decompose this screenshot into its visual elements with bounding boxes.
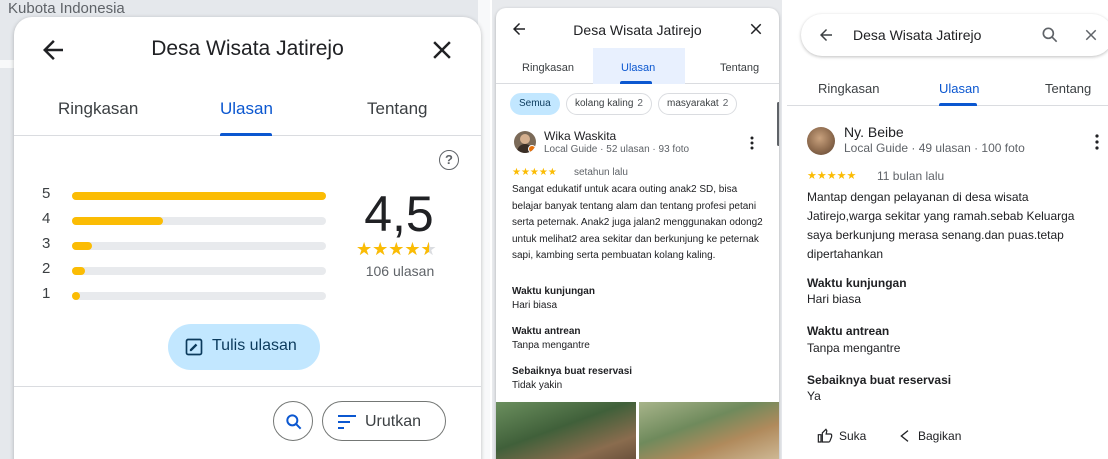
- sort-icon: [338, 415, 356, 429]
- active-tab-indicator: [620, 81, 652, 84]
- review-count[interactable]: 106 ulasan: [350, 263, 450, 279]
- histogram-track: [72, 242, 326, 250]
- question-visit-time: Waktu kunjungan: [512, 286, 595, 297]
- answer-visit-time: Hari biasa: [512, 300, 558, 311]
- reviewer-meta: Local Guide · 52 ulasan · 93 foto: [544, 144, 690, 155]
- answer-wait-time: Tanpa mengantre: [512, 340, 590, 351]
- back-arrow-icon[interactable]: [817, 26, 835, 44]
- tab-ulasan[interactable]: Ulasan: [621, 62, 655, 74]
- thumbs-up-icon: [817, 428, 833, 443]
- close-icon[interactable]: [1082, 26, 1100, 44]
- histogram-bar: [72, 192, 326, 200]
- sort-label: Urutkan: [365, 413, 422, 430]
- review-photo[interactable]: [639, 402, 779, 459]
- place-reviews-card: Desa Wisata Jatirejo Ringkasan Ulasan Te…: [496, 8, 779, 459]
- question-visit-time: Waktu kunjungan: [807, 276, 907, 290]
- search-box[interactable]: Desa Wisata Jatirejo: [801, 14, 1108, 56]
- reviewer-name[interactable]: Wika Waskita: [544, 129, 616, 143]
- more-options-icon[interactable]: [750, 136, 754, 150]
- place-title: Desa Wisata Jatirejo: [151, 37, 344, 60]
- tab-ulasan[interactable]: Ulasan: [220, 99, 273, 119]
- answer-visit-time: Hari biasa: [807, 292, 862, 306]
- tab-ringkasan[interactable]: Ringkasan: [818, 81, 879, 96]
- histogram-star-label: 1: [42, 285, 51, 302]
- tab-bar: Ringkasan Ulasan Tentang: [496, 48, 779, 84]
- write-review-icon: [185, 338, 203, 356]
- divider: [14, 386, 481, 387]
- histogram-bar: [72, 217, 163, 225]
- scrollbar[interactable]: [777, 102, 779, 146]
- tab-tentang[interactable]: Tentang: [1045, 81, 1091, 96]
- histogram-bar: [72, 292, 80, 300]
- histogram-star-label: 3: [42, 235, 51, 252]
- panel-mobile-review-list: Desa Wisata Jatirejo Ringkasan Ulasan Te…: [492, 0, 782, 459]
- close-icon[interactable]: [747, 20, 765, 38]
- answer-reservation: Tidak yakin: [512, 380, 563, 391]
- histogram-track: [72, 267, 326, 275]
- rating-stars: ★★★★★ ★★★★★: [356, 239, 437, 259]
- share-label: Bagikan: [918, 429, 962, 443]
- review-stars: ★★★★★: [512, 167, 557, 178]
- answer-reservation: Ya: [807, 389, 821, 403]
- active-tab-indicator: [939, 103, 977, 106]
- write-review-label: Tulis ulasan: [212, 337, 297, 354]
- help-icon[interactable]: ?: [439, 150, 459, 170]
- tab-bar: Ringkasan Ulasan Tentang: [787, 74, 1108, 106]
- sort-button[interactable]: Urutkan: [322, 401, 446, 441]
- filter-chip-masyarakat[interactable]: masyarakat 2: [658, 93, 738, 115]
- search-query[interactable]: Desa Wisata Jatirejo: [853, 27, 981, 43]
- filter-chip-kolang-kaling[interactable]: kolang kaling 2: [566, 93, 652, 115]
- panel-desktop-reviews: Kubota Indonesia Desa Wisata Jatirejo Ri…: [0, 0, 490, 459]
- reviewer-meta: Local Guide · 49 ulasan · 100 foto: [844, 141, 1025, 155]
- review-photo[interactable]: [496, 402, 636, 459]
- tab-bar: Ringkasan Ulasan Tentang: [14, 99, 481, 136]
- histogram-star-label: 5: [42, 185, 51, 202]
- share-icon: [900, 430, 909, 442]
- search-icon: [286, 414, 302, 430]
- histogram-star-label: 4: [42, 210, 51, 227]
- reviewer-name[interactable]: Ny. Beibe: [844, 124, 904, 140]
- tab-ringkasan[interactable]: Ringkasan: [522, 62, 574, 74]
- close-icon[interactable]: [427, 35, 457, 65]
- question-wait-time: Waktu antrean: [807, 324, 890, 338]
- review-date: 11 bulan lalu: [877, 169, 945, 183]
- like-label: Suka: [839, 429, 867, 443]
- place-reviews-card: Desa Wisata Jatirejo Ringkasan Ulasan Te…: [14, 17, 481, 459]
- histogram-track: [72, 192, 326, 200]
- place-title: Desa Wisata Jatirejo: [573, 22, 702, 38]
- histogram-track: [72, 292, 326, 300]
- question-reservation: Sebaiknya buat reservasi: [512, 366, 633, 377]
- tab-tentang[interactable]: Tentang: [367, 99, 428, 119]
- average-rating: 4,5: [364, 186, 434, 242]
- write-review-button[interactable]: Tulis ulasan: [168, 324, 320, 370]
- active-tab-indicator: [220, 133, 272, 136]
- map-place-label: Kubota Indonesia: [8, 0, 125, 17]
- panel-review-detail: Desa Wisata Jatirejo Ringkasan Ulasan Te…: [787, 0, 1108, 459]
- filter-chip-semua[interactable]: Semua: [510, 93, 560, 115]
- avatar[interactable]: [807, 127, 835, 155]
- histogram-track: [72, 217, 326, 225]
- histogram-bar: [72, 242, 92, 250]
- more-options-icon[interactable]: [1095, 134, 1099, 150]
- question-wait-time: Waktu antrean: [512, 326, 581, 337]
- review-stars: ★★★★★: [807, 170, 857, 182]
- review-date: setahun lalu: [574, 167, 628, 178]
- tab-ulasan[interactable]: Ulasan: [939, 81, 979, 96]
- histogram-star-label: 2: [42, 260, 51, 277]
- search-reviews-button[interactable]: [273, 401, 313, 441]
- question-reservation: Sebaiknya buat reservasi: [807, 373, 952, 387]
- histogram-bar: [72, 267, 85, 275]
- map-road: [0, 60, 14, 68]
- review-text: Sangat edukatif untuk acara outing anak2…: [512, 184, 763, 261]
- tab-tentang[interactable]: Tentang: [720, 62, 759, 74]
- answer-wait-time: Tanpa mengantre: [807, 341, 901, 355]
- search-icon[interactable]: [1040, 25, 1060, 45]
- tab-ringkasan[interactable]: Ringkasan: [58, 99, 138, 119]
- avatar[interactable]: [514, 131, 536, 153]
- review-text: Mantap dengan pelayanan di desa wisata J…: [807, 190, 1075, 261]
